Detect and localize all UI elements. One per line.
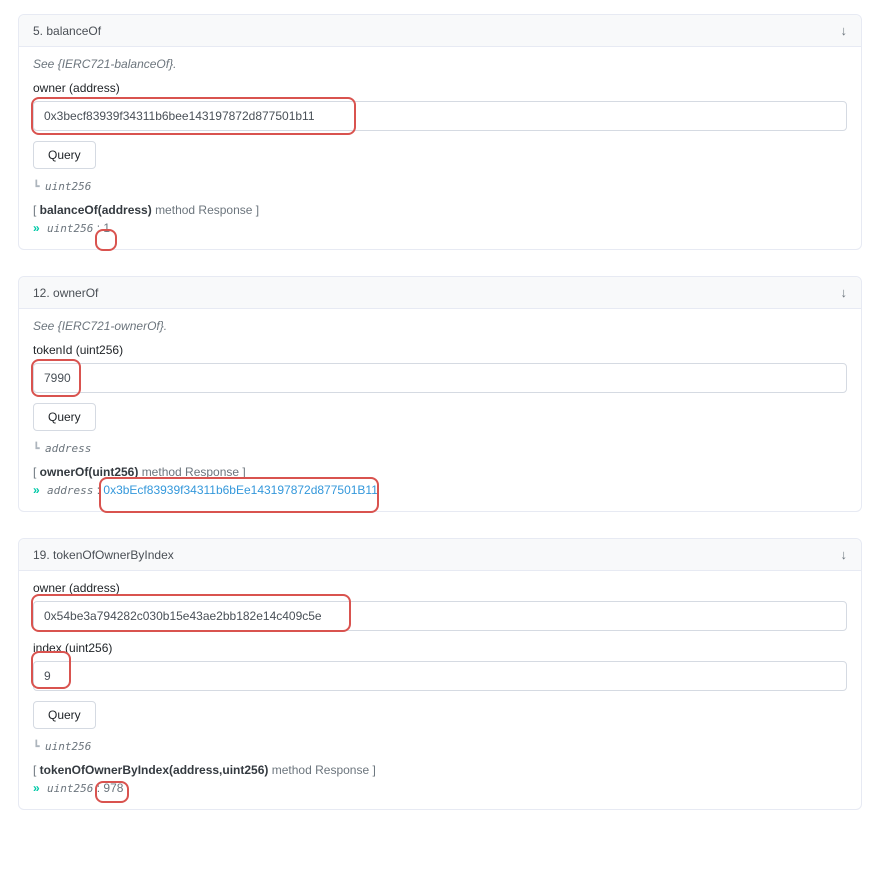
- collapse-arrow-icon[interactable]: ↓: [841, 547, 848, 562]
- double-chevron-icon: »: [33, 221, 40, 235]
- response-value: 1: [103, 221, 110, 235]
- response-value-line: » uint256 : 978: [33, 781, 847, 795]
- field-label-tokenid: tokenId (uint256): [33, 343, 847, 357]
- response-value-line: » address : 0x3bEcf83939f34311b6bEe14319…: [33, 483, 847, 497]
- response-header: [ balanceOf(address) method Response ]: [33, 203, 847, 217]
- corner-icon: ┗: [33, 180, 40, 193]
- response-header: [ tokenOfOwnerByIndex(address,uint256) m…: [33, 763, 847, 777]
- response-value[interactable]: 0x3bEcf83939f34311b6bEe143197872d877501B…: [103, 483, 377, 497]
- response-value: 978: [103, 781, 123, 795]
- response-value-line: » uint256 : 1: [33, 221, 847, 235]
- field-label-index: index (uint256): [33, 641, 847, 655]
- corner-icon: ┗: [33, 442, 40, 455]
- tokenid-input[interactable]: [33, 363, 847, 393]
- field-label-owner: owner (address): [33, 81, 847, 95]
- index-input[interactable]: [33, 661, 847, 691]
- doc-note: See {IERC721-ownerOf}.: [33, 319, 847, 333]
- field-label-owner: owner (address): [33, 581, 847, 595]
- collapse-arrow-icon[interactable]: ↓: [841, 285, 848, 300]
- query-button[interactable]: Query: [33, 141, 96, 169]
- panel-body: See {IERC721-ownerOf}. tokenId (uint256)…: [19, 309, 861, 511]
- query-button[interactable]: Query: [33, 701, 96, 729]
- panel-title: 19. tokenOfOwnerByIndex: [33, 548, 174, 562]
- panel-body: owner (address) index (uint256) Query ┗ …: [19, 571, 861, 809]
- owner-address-input[interactable]: [33, 101, 847, 131]
- return-type-line: ┗ uint256: [33, 179, 847, 193]
- query-button[interactable]: Query: [33, 403, 96, 431]
- panel-title: 5. balanceOf: [33, 24, 101, 38]
- method-panel-ownerOf: 12. ownerOf ↓ See {IERC721-ownerOf}. tok…: [18, 276, 862, 512]
- return-type-line: ┗ address: [33, 441, 847, 455]
- response-header: [ ownerOf(uint256) method Response ]: [33, 465, 847, 479]
- panel-title: 12. ownerOf: [33, 286, 98, 300]
- panel-header[interactable]: 12. ownerOf ↓: [19, 277, 861, 309]
- panel-body: See {IERC721-balanceOf}. owner (address)…: [19, 47, 861, 249]
- collapse-arrow-icon[interactable]: ↓: [841, 23, 848, 38]
- corner-icon: ┗: [33, 740, 40, 753]
- panel-header[interactable]: 5. balanceOf ↓: [19, 15, 861, 47]
- double-chevron-icon: »: [33, 781, 40, 795]
- method-panel-tokenOfOwnerByIndex: 19. tokenOfOwnerByIndex ↓ owner (address…: [18, 538, 862, 810]
- doc-note: See {IERC721-balanceOf}.: [33, 57, 847, 71]
- return-type-line: ┗ uint256: [33, 739, 847, 753]
- method-panel-balanceOf: 5. balanceOf ↓ See {IERC721-balanceOf}. …: [18, 14, 862, 250]
- double-chevron-icon: »: [33, 483, 40, 497]
- panel-header[interactable]: 19. tokenOfOwnerByIndex ↓: [19, 539, 861, 571]
- owner-address-input[interactable]: [33, 601, 847, 631]
